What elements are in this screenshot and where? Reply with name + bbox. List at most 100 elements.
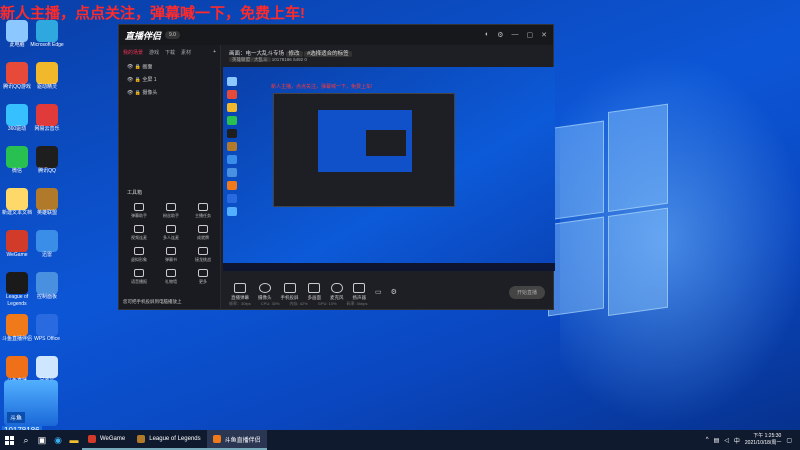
desktop-icon[interactable]: League of Legends xyxy=(0,272,34,308)
record-icon[interactable]: ▭ xyxy=(375,288,382,296)
desktop-icon[interactable]: 腾讯QQ游戏 xyxy=(0,62,34,91)
desktop-icon[interactable]: 驱动精灵 xyxy=(30,62,64,91)
taskbar-app[interactable]: WeGame xyxy=(82,430,132,450)
skin-icon[interactable]: ◐ xyxy=(485,31,489,39)
ime-icon[interactable]: 中 xyxy=(734,436,740,445)
desktop-icon[interactable]: 控制面板 xyxy=(30,272,64,301)
microphone-icon xyxy=(330,283,343,293)
volume-icon[interactable]: ◁ xyxy=(724,437,729,444)
status-bar: 帧率：30fps CPU: 30% 内存: 42% GPU: 10% 码率: 0kbps xyxy=(223,301,553,307)
clock[interactable]: 下午 1:25:30 2021/10/18/周一 xyxy=(745,433,781,447)
desktop-icon[interactable]: 新建文本文档 xyxy=(0,188,34,217)
tray-overflow-icon[interactable]: ^ xyxy=(706,437,709,443)
app-icon xyxy=(6,20,28,42)
version-badge[interactable]: 9.0 xyxy=(165,31,180,39)
add-scene-icon[interactable]: + xyxy=(213,49,216,56)
app-icon xyxy=(6,146,28,168)
desktop-icon[interactable]: WPS Office xyxy=(30,314,64,343)
task-view-icon[interactable]: ▣ xyxy=(34,430,50,450)
scene-item[interactable]: 👁 🔒 摄像头 xyxy=(119,86,220,99)
minimize-icon[interactable]: — xyxy=(512,31,519,39)
desktop-icon[interactable]: 360驱动 xyxy=(0,104,34,133)
settings-icon[interactable]: ⚙ xyxy=(497,31,503,39)
danmaku-button[interactable]: 直播弹幕 xyxy=(231,283,249,301)
fans-count: 5492 xyxy=(293,57,304,62)
tool-item[interactable]: 主播任务 xyxy=(187,203,219,219)
explorer-icon[interactable]: ▬ xyxy=(66,430,82,450)
speaker-button[interactable]: 扬声器 xyxy=(353,283,366,301)
hot-count: 0 xyxy=(304,57,307,62)
status-item: 码率: 0kbps xyxy=(346,301,368,306)
tool-item[interactable]: 虚拟形象 xyxy=(123,247,155,263)
scene-item[interactable]: 👁 🔒 画面 xyxy=(119,60,220,73)
desktop-icon[interactable]: Microsoft Edge xyxy=(30,20,64,49)
maximize-icon[interactable]: ▢ xyxy=(527,31,534,39)
tab-download[interactable]: 下载 xyxy=(165,49,175,56)
close-icon[interactable]: ✕ xyxy=(541,31,547,39)
screen-share-tip[interactable]: 您可把手机投屏到电脑播放上 xyxy=(123,299,182,305)
taskbar: ⌕ ▣ ◉ ▬ WeGame League of Legends 斗鱼直播伴侣 ^ … xyxy=(0,430,800,450)
notification-icon[interactable]: ▢ xyxy=(786,437,792,444)
desktop-icon[interactable]: 斗鱼直播伴侣 xyxy=(0,314,34,343)
tool-item[interactable]: 弹幕助手 xyxy=(123,203,155,219)
desktop-icon[interactable]: 腾讯QQ xyxy=(30,146,64,175)
tool-item[interactable]: 粉丝助手 xyxy=(155,203,187,219)
titlebar-controls: ◐ ⚙ — ▢ ✕ xyxy=(485,31,547,39)
desktop-icon[interactable]: WeGame xyxy=(0,230,34,259)
tool-item[interactable]: 弹幕书 xyxy=(155,247,187,263)
tool-item[interactable]: 视频连麦 xyxy=(123,225,155,241)
tool-item[interactable]: 更多 xyxy=(187,269,219,285)
tool-icon xyxy=(166,225,176,233)
camera-button[interactable]: 摄像头 xyxy=(258,283,272,301)
tab-my-scenes[interactable]: 我的场景 xyxy=(123,49,143,56)
desktop-icon[interactable]: 英雄联盟 xyxy=(30,188,64,217)
stream-preview[interactable]: 新人主播，点点关注，弹幕喊一下，免费上车! xyxy=(223,67,555,271)
app-icon xyxy=(88,435,96,443)
app-icon xyxy=(6,272,28,294)
app-icon xyxy=(6,314,28,336)
app-icon xyxy=(36,272,58,294)
danmaku-icon xyxy=(234,283,246,293)
search-icon[interactable]: ⌕ xyxy=(18,430,34,450)
category-chip[interactable]: 英雄联盟 · 大乱斗 xyxy=(229,57,271,62)
desktop-icon[interactable]: 迅雷 xyxy=(30,230,64,259)
tool-item[interactable]: 接龙挑战 xyxy=(187,247,219,263)
preview-taskbar xyxy=(223,263,555,271)
app-icon xyxy=(212,435,221,443)
system-tray: ^ ▤ ◁ 中 下午 1:25:30 2021/10/18/周一 ▢ xyxy=(706,433,800,447)
app-icon xyxy=(6,62,28,84)
taskbar-app[interactable]: League of Legends xyxy=(131,430,207,450)
edge-icon[interactable]: ◉ xyxy=(50,430,66,450)
tools-title: 工具箱 xyxy=(127,190,143,196)
tag-select-button[interactable]: #选择适合的标签 xyxy=(304,51,352,57)
tool-item[interactable]: 成就牌 xyxy=(187,225,219,241)
taskbar-app[interactable]: 斗鱼直播伴侣 xyxy=(206,430,267,450)
preview-inner-window xyxy=(273,93,455,207)
desktop-icon[interactable]: 网易云音乐 xyxy=(30,104,64,133)
phone-cast-button[interactable]: 手机投屏 xyxy=(281,283,299,301)
stream-banner: 新人主播，点点关注，弹幕喊一下，免费上车! xyxy=(0,5,305,22)
scene-item[interactable]: 👁 🔒 全屏 1 xyxy=(119,73,220,86)
preview-nested xyxy=(318,110,412,172)
tool-item[interactable]: 多人连麦 xyxy=(155,225,187,241)
status-item: CPU: 30% xyxy=(260,301,280,306)
multi-view-button[interactable]: 多画面 xyxy=(308,283,321,301)
tool-icon xyxy=(198,269,208,277)
network-icon[interactable]: ▤ xyxy=(714,437,720,444)
desktop-icon[interactable]: 微信 xyxy=(0,146,34,175)
start-stream-button[interactable]: 开始直播 xyxy=(508,285,545,299)
settings-icon[interactable]: ⚙ xyxy=(391,288,397,296)
desktop-icon[interactable]: 此电脑 xyxy=(0,20,34,49)
app-titlebar: 直播伴侣 9.0 ◐ ⚙ — ▢ ✕ xyxy=(119,25,553,45)
camera-icon xyxy=(258,283,271,293)
tab-assets[interactable]: 素材 xyxy=(181,49,191,56)
tab-games[interactable]: 游戏 xyxy=(149,49,159,56)
microphone-button[interactable]: 麦克风 xyxy=(330,283,344,301)
tool-item[interactable]: 礼物墙 xyxy=(155,269,187,285)
app-icon xyxy=(6,104,28,126)
status-item: GPU: 10% xyxy=(317,301,337,306)
start-button[interactable] xyxy=(0,430,18,450)
scene-tabs: 我的场景 游戏 下载 素材 + xyxy=(119,45,220,60)
preview-desktop-icons xyxy=(223,73,245,263)
tool-item[interactable]: 语音播报 xyxy=(123,269,155,285)
